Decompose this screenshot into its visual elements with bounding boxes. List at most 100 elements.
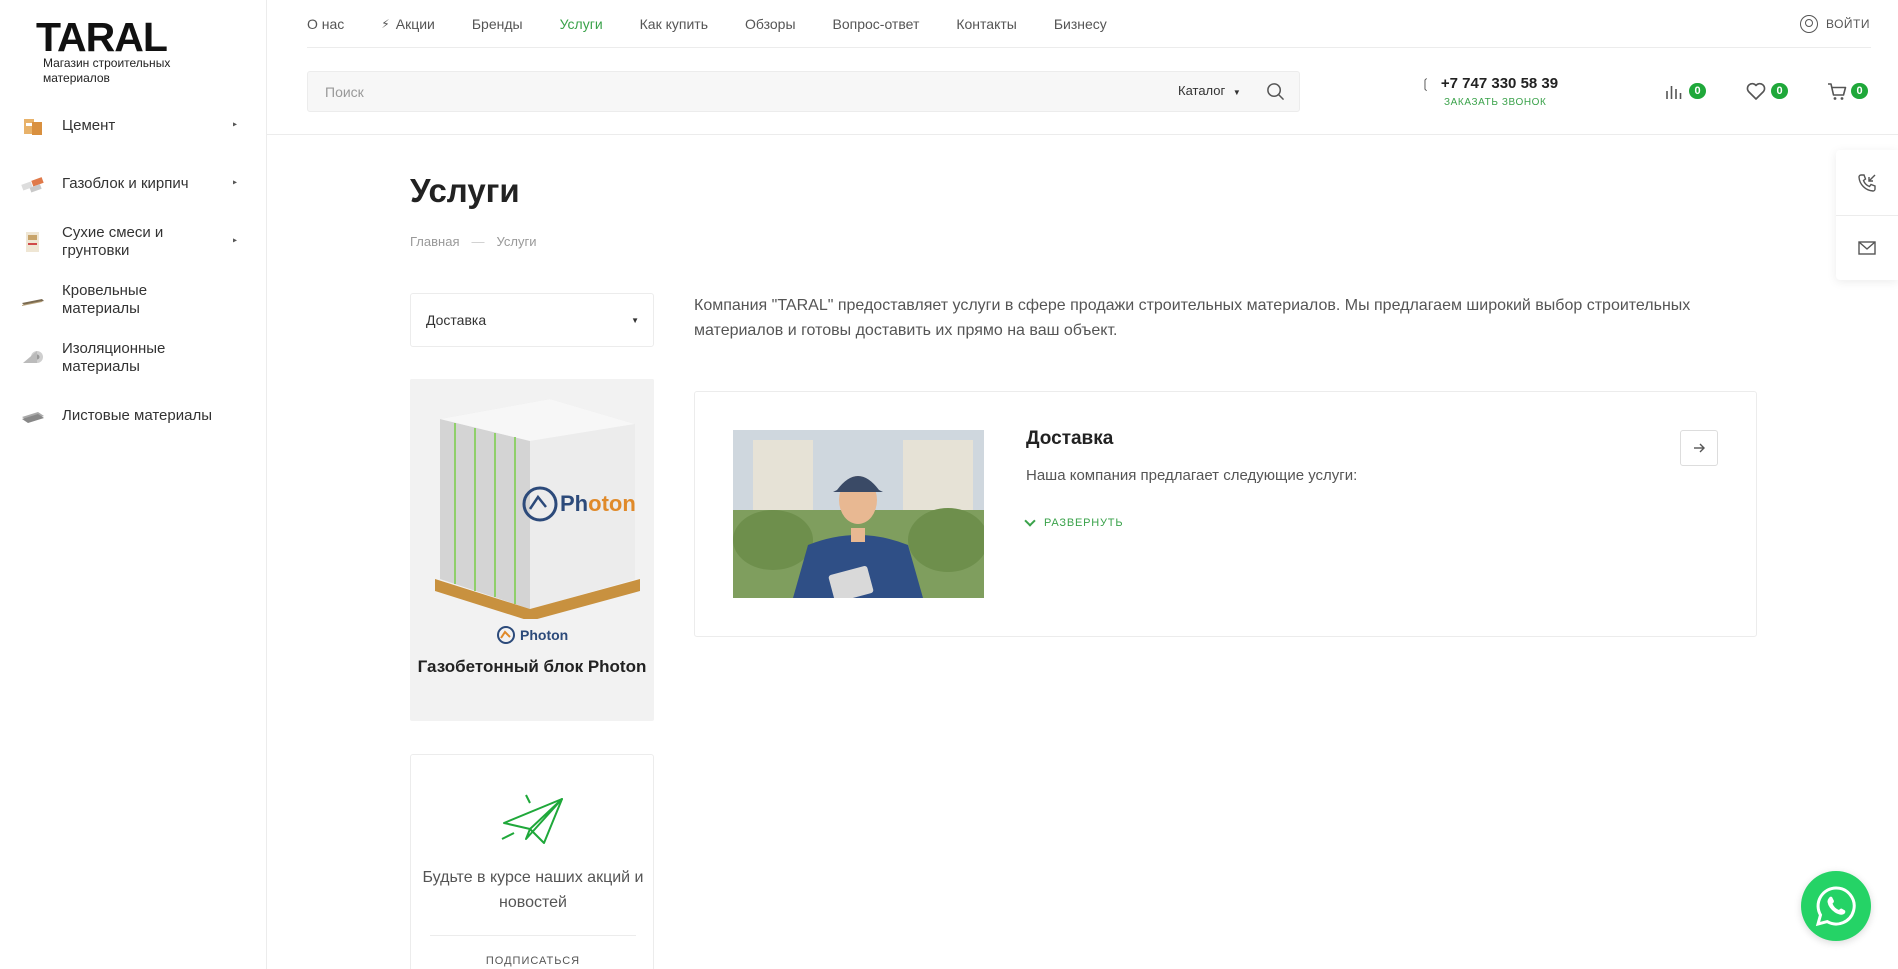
expand-label: РАЗВЕРНУТЬ bbox=[1044, 517, 1124, 529]
category-label: Листовые материалы bbox=[62, 407, 212, 424]
svg-text:Photon: Photon bbox=[560, 491, 636, 516]
nav-label: Обзоры bbox=[745, 15, 796, 32]
logo-subtitle: Магазин строительных материалов bbox=[43, 56, 171, 85]
nav-how-to-buy[interactable]: Как купить bbox=[640, 16, 708, 32]
category-item-dry-mix[interactable]: Сухие смеси и грунтовки ▸ bbox=[0, 220, 267, 264]
nav-label: Вопрос-ответ bbox=[832, 15, 920, 32]
nav-about[interactable]: О нас bbox=[307, 16, 344, 32]
nav-label: Бренды bbox=[471, 15, 523, 32]
category-label: Кровельные материалы bbox=[62, 282, 148, 317]
cart-count-badge: 0 bbox=[1851, 83, 1868, 99]
roofing-icon bbox=[20, 287, 46, 313]
category-item-cement[interactable]: Цемент ▸ bbox=[0, 104, 267, 148]
whatsapp-button[interactable] bbox=[1801, 871, 1871, 941]
service-title[interactable]: Доставка bbox=[1026, 428, 1113, 450]
breadcrumb-home[interactable]: Главная bbox=[410, 234, 459, 249]
dry-mix-bag-icon bbox=[20, 229, 46, 255]
page-title: Услуги bbox=[410, 172, 520, 209]
category-label: Сухие смеси и грунтовки bbox=[62, 224, 164, 259]
insulation-roll-icon bbox=[20, 345, 46, 371]
breadcrumb-current: Услуги bbox=[496, 234, 537, 249]
floating-contact-panel bbox=[1836, 150, 1898, 280]
subscribe-block: Будьте в курсе наших акций и новостей ПО… bbox=[410, 754, 654, 969]
category-menu: Цемент ▸ Газоблок и кирпич ▸ Сухие смеси… bbox=[0, 104, 267, 452]
whatsapp-icon bbox=[1815, 886, 1856, 927]
nav-label: Бизнесу bbox=[1053, 15, 1107, 32]
photon-pallet-image: Photon bbox=[410, 379, 654, 621]
phone-number[interactable]: ❲ +7 747 330 58 39 bbox=[1420, 75, 1558, 92]
left-sidebar: TARAL Магазин строительных материалов Це… bbox=[0, 0, 267, 969]
breadcrumb-separator: — bbox=[471, 234, 485, 249]
promo-title: Газобетонный блок Photon bbox=[417, 657, 647, 676]
heart-icon[interactable] bbox=[1745, 80, 1767, 102]
chevron-right-icon: ▸ bbox=[232, 235, 237, 245]
service-description: Наша компания предлагает следующие услуг… bbox=[1026, 467, 1358, 484]
logo-title: TARAL bbox=[36, 14, 168, 60]
phone-icon: ❲ bbox=[1420, 75, 1431, 91]
favorites-count-badge: 0 bbox=[1771, 83, 1788, 99]
paper-plane-icon bbox=[501, 794, 563, 844]
search-input[interactable] bbox=[308, 72, 1138, 111]
nav-label: Как купить bbox=[639, 15, 709, 32]
arrow-right-icon bbox=[1694, 443, 1705, 453]
category-label: Газоблок и кирпич bbox=[62, 175, 189, 192]
login-button[interactable]: ВОЙТИ bbox=[1799, 15, 1870, 33]
nav-contacts[interactable]: Контакты bbox=[956, 16, 1016, 32]
mail-icon bbox=[1858, 241, 1876, 255]
cement-bag-icon bbox=[20, 113, 46, 139]
category-item-sheet[interactable]: Листовые материалы bbox=[0, 394, 267, 438]
phone-callback-icon bbox=[1858, 173, 1876, 192]
nav-label: Акции bbox=[395, 15, 435, 32]
caret-down-icon: ▼ bbox=[631, 316, 639, 325]
brick-icon bbox=[20, 171, 46, 197]
chevron-right-icon: ▸ bbox=[232, 119, 237, 129]
cart-icon[interactable] bbox=[1826, 80, 1848, 102]
nav-promotions[interactable]: ⚡ Акции bbox=[381, 16, 435, 32]
chevron-right-icon: ▸ bbox=[232, 177, 237, 187]
promo-banner[interactable]: Photon Photon Газобетонный блок Photon bbox=[410, 379, 654, 721]
site-logo[interactable]: TARAL Магазин строительных материалов bbox=[36, 14, 196, 86]
search-category-label: Каталог bbox=[1178, 83, 1226, 98]
open-service-button[interactable] bbox=[1680, 430, 1718, 466]
photon-logo-icon bbox=[497, 626, 515, 644]
search-bar: Каталог ▼ bbox=[307, 71, 1300, 112]
nav-services[interactable]: Услуги bbox=[560, 16, 603, 32]
nav-label: Услуги bbox=[559, 15, 603, 32]
callback-float-button[interactable] bbox=[1836, 150, 1898, 215]
nav-brands[interactable]: Бренды bbox=[472, 16, 523, 32]
login-label: ВОЙТИ bbox=[1825, 17, 1870, 31]
photon-logo: Photon bbox=[496, 625, 568, 645]
category-item-insulation[interactable]: Изоляционные материалы bbox=[0, 336, 267, 380]
expand-link[interactable]: РАЗВЕРНУТЬ bbox=[1024, 515, 1124, 529]
sheet-icon bbox=[20, 403, 46, 429]
category-item-gasblock[interactable]: Газоблок и кирпич ▸ bbox=[0, 162, 267, 206]
search-icon[interactable] bbox=[1266, 82, 1285, 101]
category-item-roofing[interactable]: Кровельные материалы bbox=[0, 278, 267, 322]
nav-label: Контакты bbox=[956, 15, 1017, 32]
nav-faq[interactable]: Вопрос-ответ bbox=[833, 16, 920, 32]
top-navigation: О нас ⚡ Акции Бренды Услуги Как купить Об… bbox=[307, 0, 1871, 48]
callback-link[interactable]: ЗАКАЗАТЬ ЗВОНОК bbox=[1444, 97, 1546, 108]
service-card-delivery[interactable]: Доставка Наша компания предлагает следую… bbox=[694, 391, 1757, 637]
service-filter-select[interactable]: Доставка ▼ bbox=[410, 293, 654, 347]
select-value: Доставка bbox=[426, 312, 487, 328]
search-category-dropdown[interactable]: Каталог ▼ bbox=[1178, 83, 1241, 98]
caret-down-icon: ▼ bbox=[1232, 88, 1241, 97]
delivery-courier-image bbox=[733, 430, 984, 598]
header-divider bbox=[267, 134, 1898, 135]
user-icon bbox=[1799, 15, 1818, 33]
subscribe-divider bbox=[430, 935, 636, 936]
chevron-down-icon bbox=[1024, 515, 1036, 527]
subscribe-button[interactable]: ПОДПИСАТЬСЯ bbox=[411, 955, 655, 967]
category-label: Изоляционные материалы bbox=[62, 340, 166, 375]
compare-count-badge: 0 bbox=[1689, 83, 1706, 99]
photon-brand-text: Photon bbox=[520, 627, 569, 643]
email-float-button[interactable] bbox=[1836, 215, 1898, 280]
services-intro-text: Компания "TARAL" предоставляет услуги в … bbox=[694, 297, 1691, 339]
nav-business[interactable]: Бизнесу bbox=[1054, 16, 1107, 32]
nav-label: О нас bbox=[307, 15, 345, 32]
phone-text: +7 747 330 58 39 bbox=[1440, 75, 1559, 92]
compare-icon[interactable] bbox=[1664, 80, 1686, 102]
nav-reviews[interactable]: Обзоры bbox=[745, 16, 796, 32]
bolt-icon: ⚡ bbox=[381, 16, 390, 31]
